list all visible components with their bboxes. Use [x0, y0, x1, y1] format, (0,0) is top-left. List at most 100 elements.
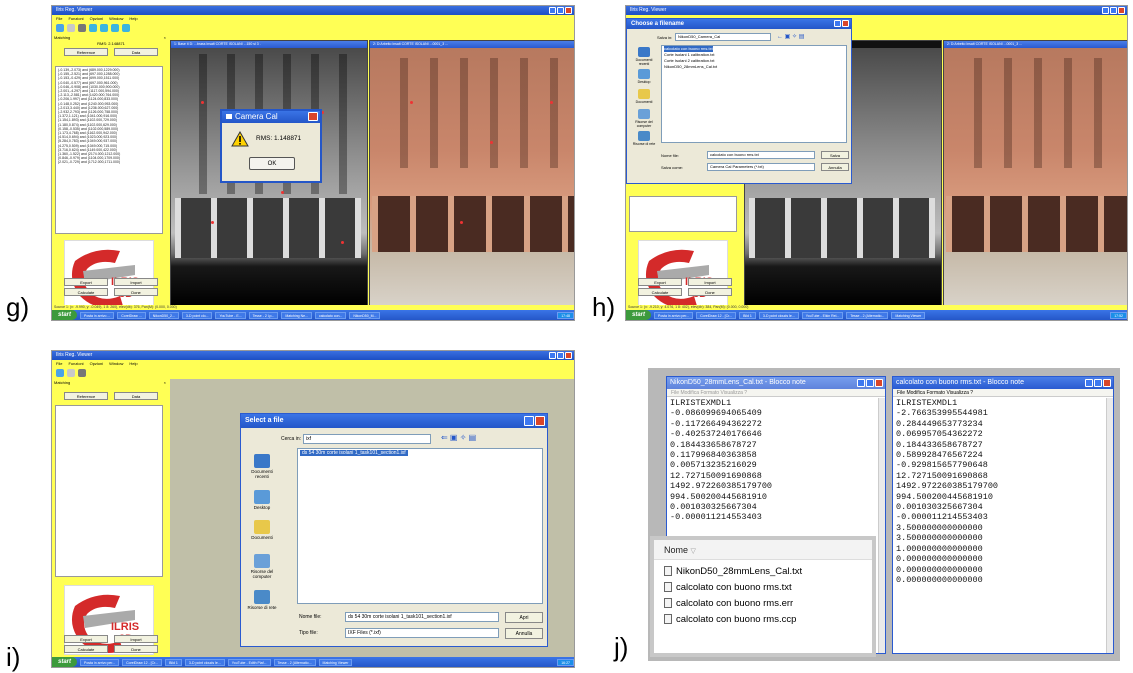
taskbar-item[interactable]: Posta in arrivo per... — [654, 311, 694, 319]
start-button[interactable]: start — [52, 310, 78, 320]
point-pair-list[interactable] — [629, 196, 737, 232]
control-point-marker[interactable] — [201, 101, 204, 104]
menu-file[interactable]: File — [56, 360, 62, 367]
taskbar-item[interactable]: calcolato con... — [314, 311, 347, 319]
close-icon[interactable] — [1103, 379, 1111, 387]
export-button[interactable]: Export — [64, 635, 108, 643]
close-icon[interactable] — [535, 416, 545, 426]
taskbar-item[interactable]: YouTube - Elkin Rel... — [801, 311, 844, 319]
file-row[interactable]: calcolato con buono rms.ccp — [664, 612, 872, 628]
side-documents[interactable]: Documenti — [631, 89, 657, 104]
filename-input[interactable]: ds 54 30m corte isolani 1_task101_sectio… — [345, 612, 499, 622]
menu-opzioni[interactable]: Opzioni — [90, 15, 104, 22]
notepad-text[interactable]: ILRISTEXMDL1 -2.766353995544981 0.284449… — [896, 398, 1105, 585]
side-network[interactable]: Risorse di rete — [631, 131, 657, 146]
file-row[interactable]: calcolato con buono rms.err — [664, 596, 872, 612]
control-point-marker[interactable] — [281, 191, 284, 194]
menu-help[interactable]: Help — [129, 15, 137, 22]
taskbar-item[interactable]: CorelDraw 12 - [Cr... — [122, 658, 163, 666]
close-icon[interactable] — [842, 20, 849, 27]
menu-opzioni[interactable]: Opzioni — [90, 360, 104, 367]
zoom-out-icon[interactable] — [100, 24, 108, 32]
start-button[interactable]: start — [626, 310, 652, 320]
help-icon[interactable] — [524, 416, 534, 426]
side-recent[interactable]: Documenti recenti — [631, 47, 657, 66]
minimize-icon[interactable] — [1102, 7, 1109, 14]
look-in-select[interactable]: ixf — [303, 434, 431, 444]
done-button[interactable]: Done — [114, 645, 158, 653]
taskbar-item[interactable]: Bild 1 — [739, 311, 756, 319]
list-item[interactable]: (2.021,-0.729) and (1712.000,1711.000) — [58, 160, 160, 164]
ok-button[interactable]: OK — [249, 157, 295, 170]
maximize-icon[interactable] — [1094, 379, 1102, 387]
side-desktop[interactable]: Desktop — [631, 69, 657, 84]
import-button[interactable]: Import — [688, 278, 732, 286]
help-icon[interactable] — [834, 20, 841, 27]
calculate-button[interactable]: Calculate — [64, 288, 108, 296]
side-desktop[interactable]: Desktop — [245, 490, 279, 510]
close-icon[interactable] — [875, 379, 883, 387]
taskbar-item[interactable]: Matching Ne... — [281, 311, 312, 319]
filename-input[interactable]: calcolato con buono rms.txt — [707, 151, 815, 159]
control-point-marker[interactable] — [410, 101, 413, 104]
side-documents[interactable]: Documenti — [245, 520, 279, 540]
menu-funzioni[interactable]: Funzioni — [68, 15, 83, 22]
taskbar-item[interactable]: Tesse - 2 (Alternatio... — [273, 658, 316, 666]
minimize-icon[interactable] — [549, 7, 556, 14]
select-icon[interactable] — [67, 369, 75, 377]
close-icon[interactable] — [565, 7, 572, 14]
save-button[interactable]: Salva — [821, 151, 849, 159]
notepad-menu[interactable]: File Modifica Formato Visualizza ? — [893, 389, 1113, 397]
data-button[interactable]: Data — [114, 48, 158, 56]
type-select[interactable]: Camera Cal Parameters (*.txt) — [707, 163, 815, 171]
taskbar-item[interactable]: CorelDraw ... — [117, 311, 146, 319]
done-button[interactable]: Done — [114, 288, 158, 296]
side-recent[interactable]: Documenti recenti — [245, 454, 279, 479]
scrollbar[interactable] — [878, 398, 885, 653]
point-pair-list[interactable]: (-0.139,-2.073) and (689.000,1229.000) (-… — [55, 66, 163, 234]
import-button[interactable]: Import — [114, 635, 158, 643]
menu-funzioni[interactable]: Funzioni — [68, 360, 83, 367]
taskbar-item[interactable]: CorelDraw 12 - [Cr... — [696, 311, 737, 319]
control-point-marker[interactable] — [490, 141, 493, 144]
menu-window[interactable]: Window — [109, 360, 123, 367]
close-icon[interactable]: × — [164, 34, 166, 41]
zoom-in-icon[interactable] — [89, 24, 97, 32]
open-button[interactable]: Apri — [505, 612, 543, 623]
column-header-name[interactable]: Nome ▽ — [654, 540, 872, 560]
notepad-text[interactable]: ILRISTEXMDL1 -0.086099694065409 -0.11726… — [670, 398, 877, 523]
control-point-marker[interactable] — [211, 221, 214, 224]
taskbar-item[interactable]: YouTube - E... — [215, 311, 246, 319]
control-point-marker[interactable] — [460, 221, 463, 224]
taskbar-item[interactable]: Matching Viewer — [318, 658, 353, 666]
data-button[interactable]: Data — [114, 392, 158, 400]
cancel-button[interactable]: Annulla — [821, 163, 849, 171]
select-icon[interactable] — [67, 24, 75, 32]
calculate-button[interactable]: Calculate — [638, 288, 682, 296]
calculate-button[interactable]: Calculate — [64, 645, 108, 653]
maximize-icon[interactable] — [866, 379, 874, 387]
close-icon[interactable] — [308, 112, 318, 121]
zoom-fit-icon[interactable] — [111, 24, 119, 32]
file-list[interactable]: calcolato con buono rms.txt Corte Isolani… — [661, 45, 847, 143]
taskbar-item[interactable]: Matching Viewer — [891, 311, 926, 319]
side-network[interactable]: Risorse di rete — [245, 590, 279, 610]
done-button[interactable]: Done — [688, 288, 732, 296]
taskbar-item[interactable]: Posta in arrivo per... — [80, 658, 120, 666]
close-icon[interactable] — [1118, 7, 1125, 14]
open-icon[interactable] — [56, 369, 64, 377]
point-pair-list[interactable] — [55, 405, 163, 577]
taskbar-item[interactable]: NikonD50_M... — [349, 311, 381, 319]
save-in-select[interactable]: NikonD50_Camera_Cal — [675, 33, 771, 41]
menu-file[interactable]: File — [56, 15, 62, 22]
minimize-icon[interactable] — [549, 352, 556, 359]
close-icon[interactable]: × — [164, 379, 166, 386]
taskbar-item[interactable]: 3-D point clouds le... — [758, 311, 799, 319]
start-button[interactable]: start — [52, 657, 78, 667]
maximize-icon[interactable] — [557, 352, 564, 359]
file-item[interactable]: ds 54 30m corte isolani 1_task101_sectio… — [300, 450, 408, 456]
taskbar-item[interactable]: 3-D point clouds le... — [184, 658, 225, 666]
color-photo-window[interactable]: 2: D:Arbeito lnsalt CORTE ISOLANI ...000… — [369, 40, 574, 306]
cancel-button[interactable]: Annulla — [505, 628, 543, 639]
scrollbar[interactable] — [1106, 398, 1113, 653]
